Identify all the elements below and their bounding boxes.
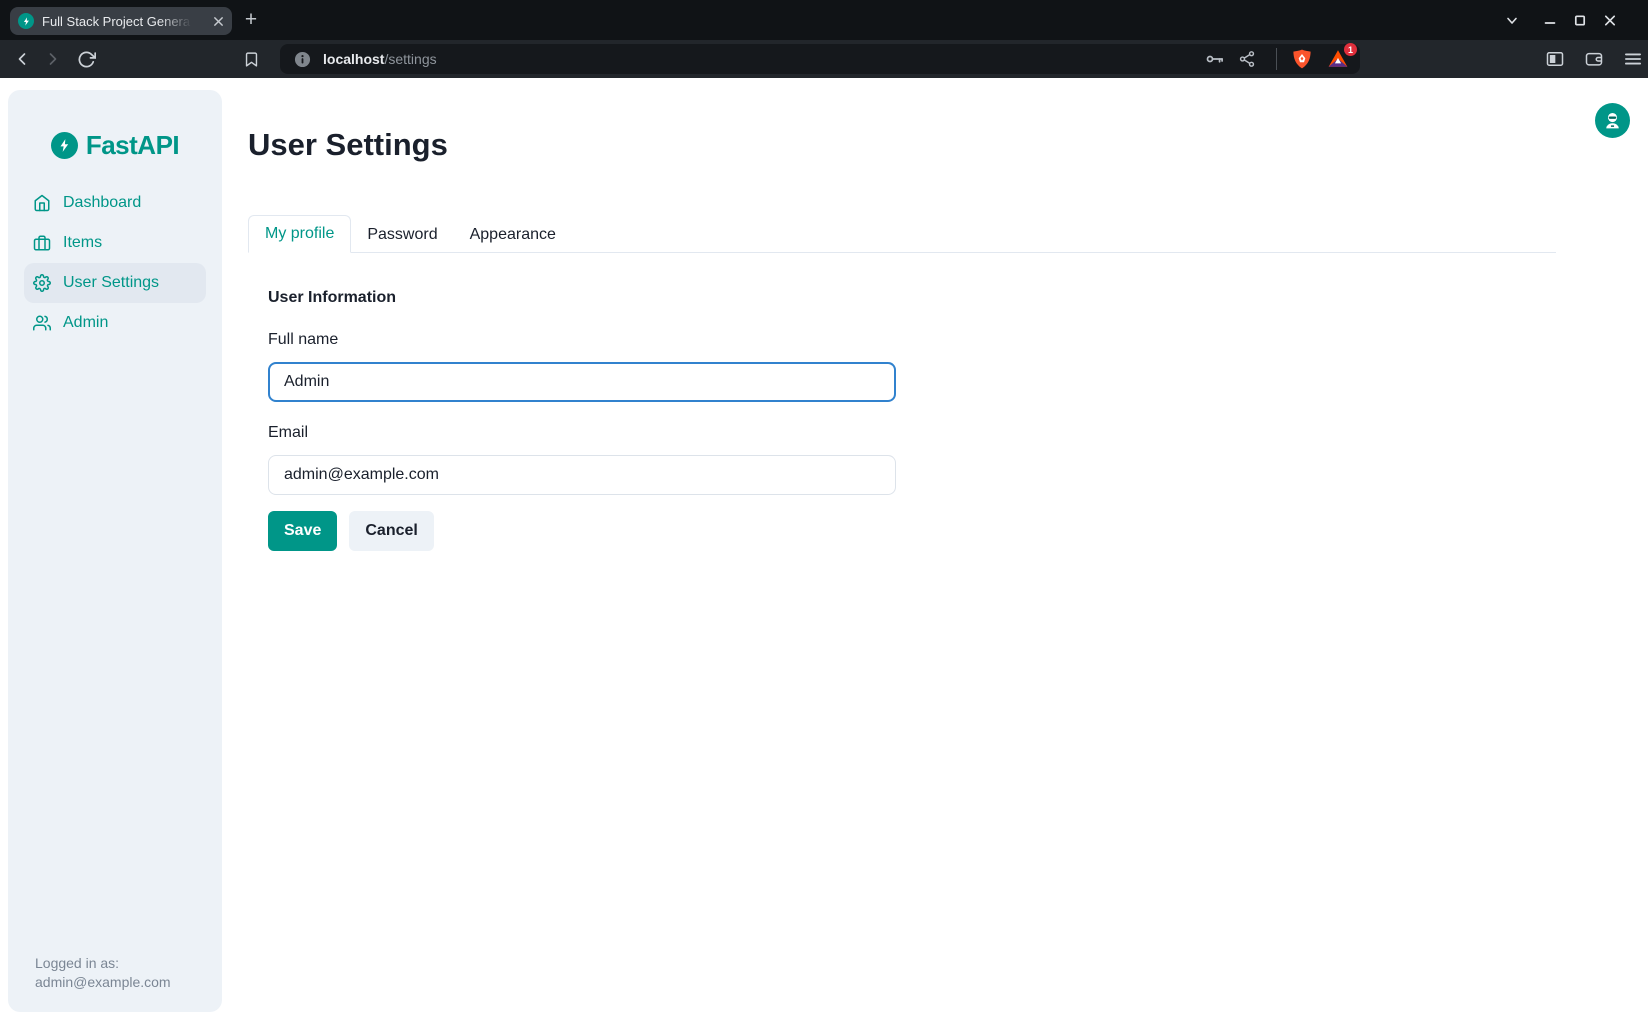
- password-key-icon[interactable]: [1204, 48, 1226, 70]
- sidebar-footer: Logged in as: admin@example.com: [35, 954, 171, 992]
- cancel-button[interactable]: Cancel: [349, 511, 433, 551]
- section-title: User Information: [268, 289, 1556, 307]
- users-icon: [33, 314, 51, 332]
- brave-shield-icon[interactable]: [1290, 47, 1314, 71]
- browser-toolbar: localhost/settings 1: [0, 40, 1648, 78]
- tab-search-chevron-icon[interactable]: [1506, 14, 1518, 26]
- url-text: localhost/settings: [323, 51, 437, 67]
- save-button[interactable]: Save: [268, 511, 337, 551]
- page: FastAPI Dashboard Items User Settings: [0, 78, 1648, 1025]
- brave-rewards-icon[interactable]: 1: [1326, 47, 1350, 71]
- url-host: localhost: [323, 51, 384, 67]
- sidebar-item-label: User Settings: [63, 274, 159, 292]
- toolbar-right-icons: [1544, 40, 1644, 78]
- user-menu-button[interactable]: [1595, 103, 1630, 138]
- sidebar-item-label: Dashboard: [63, 194, 141, 212]
- minimize-icon[interactable]: [1544, 14, 1556, 26]
- form-actions: Save Cancel: [268, 511, 1556, 551]
- profile-panel: User Information Full name Email Save Ca…: [248, 253, 1556, 551]
- main-content: User Settings My profile Password Appear…: [248, 78, 1556, 551]
- page-title: User Settings: [248, 128, 1556, 162]
- tab-close-icon[interactable]: [213, 16, 224, 27]
- home-icon: [33, 194, 51, 212]
- new-tab-button[interactable]: +: [239, 8, 263, 32]
- tab-title: Full Stack Project Genera: [42, 14, 192, 29]
- maximize-icon[interactable]: [1574, 14, 1586, 26]
- logged-in-label: Logged in as:: [35, 954, 171, 973]
- wallet-icon[interactable]: [1583, 48, 1605, 70]
- logged-in-email: admin@example.com: [35, 973, 171, 992]
- menu-hamburger-icon[interactable]: [1622, 48, 1644, 70]
- sidebar-item-label: Admin: [63, 314, 108, 332]
- sidebar-item-label: Items: [63, 234, 102, 252]
- browser-title-bar: Full Stack Project Genera +: [0, 0, 1648, 40]
- sidebar-item-user-settings[interactable]: User Settings: [24, 263, 206, 303]
- email-label: Email: [268, 424, 1556, 442]
- sidebar-item-items[interactable]: Items: [24, 223, 206, 263]
- full-name-input[interactable]: [268, 362, 896, 402]
- sidebar-item-admin[interactable]: Admin: [24, 303, 206, 343]
- fastapi-logo-icon: [51, 132, 78, 159]
- forward-icon[interactable]: [41, 47, 65, 71]
- bookmark-icon[interactable]: [239, 47, 263, 71]
- tab-list: My profile Password Appearance: [248, 215, 1556, 253]
- url-path: /settings: [384, 51, 436, 67]
- window-controls: [1506, 0, 1616, 40]
- full-name-label: Full name: [268, 331, 1556, 349]
- gear-icon: [33, 274, 51, 292]
- omnibox-icons: 1: [1204, 47, 1350, 71]
- fastapi-favicon-icon: [18, 13, 34, 29]
- site-info-icon[interactable]: [294, 51, 311, 68]
- toolbar-divider: [1276, 48, 1277, 70]
- close-window-icon[interactable]: [1604, 14, 1616, 26]
- rewards-badge: 1: [1344, 43, 1357, 56]
- email-input[interactable]: [268, 455, 896, 495]
- sidebar-panel-icon[interactable]: [1544, 48, 1566, 70]
- url-bar[interactable]: localhost/settings 1: [280, 44, 1360, 74]
- tab-my-profile[interactable]: My profile: [248, 215, 351, 253]
- sidebar: FastAPI Dashboard Items User Settings: [8, 90, 222, 1012]
- tab-appearance[interactable]: Appearance: [454, 217, 572, 253]
- brand: FastAPI: [8, 90, 222, 161]
- browser-tab[interactable]: Full Stack Project Genera: [10, 7, 232, 35]
- user-astronaut-icon: [1602, 110, 1623, 131]
- sidebar-item-dashboard[interactable]: Dashboard: [24, 183, 206, 223]
- brand-name: FastAPI: [86, 130, 179, 161]
- tab-password[interactable]: Password: [351, 217, 453, 253]
- sidebar-nav: Dashboard Items User Settings Admin: [8, 183, 222, 343]
- briefcase-icon: [33, 234, 51, 252]
- reload-icon[interactable]: [74, 47, 98, 71]
- back-icon[interactable]: [10, 47, 34, 71]
- share-icon[interactable]: [1236, 48, 1258, 70]
